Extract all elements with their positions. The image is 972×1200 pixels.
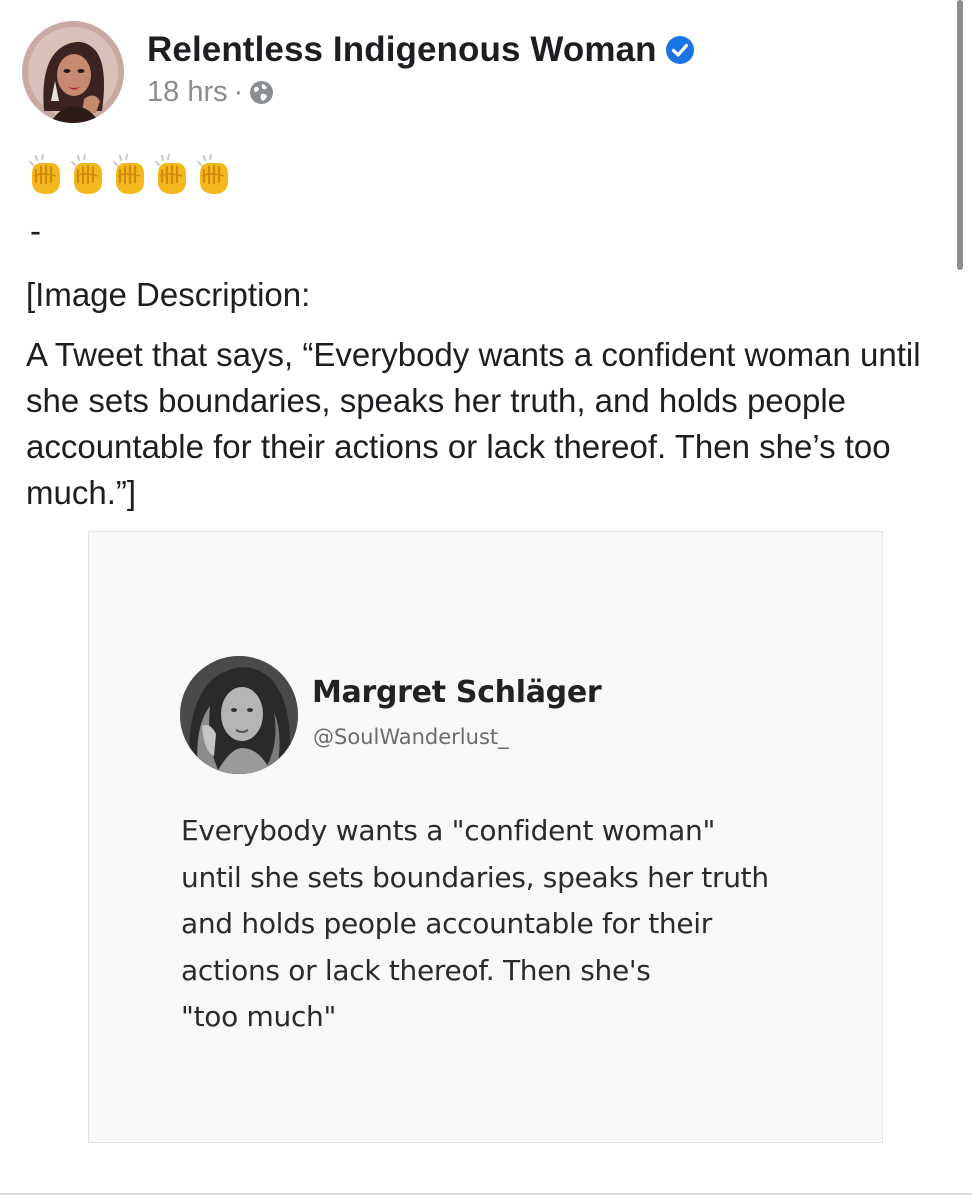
- tweet-text-line: until she sets boundaries, speaks her tr…: [181, 860, 769, 894]
- header-text: Relentless Indigenous Woman 18 hrs ·: [147, 28, 695, 110]
- author-row: Relentless Indigenous Woman: [147, 28, 695, 72]
- post-timestamp[interactable]: 18 hrs: [147, 76, 228, 109]
- globe-icon[interactable]: [249, 80, 274, 105]
- image-description-heading: [Image Description:: [26, 276, 311, 313]
- post-divider: [0, 1193, 972, 1195]
- text-separator: -: [30, 212, 41, 249]
- tweet-text-line: and holds people accountable for their: [181, 907, 712, 940]
- clapping-hands-icon: [194, 152, 232, 196]
- tweet-text-line: Everybody wants a "confident woman": [181, 814, 716, 847]
- post-meta: 18 hrs ·: [147, 74, 695, 110]
- tweet-avatar-photo: [180, 656, 298, 774]
- tweet-author-handle: @SoulWanderlust_: [313, 725, 509, 749]
- post-text: [Image Description: A Tweet that says, “…: [26, 272, 956, 516]
- clap-emoji-row: [26, 152, 232, 196]
- tweet-text: Everybody wants a "confident woman" unti…: [181, 808, 821, 1041]
- page-avatar[interactable]: [22, 21, 124, 123]
- meta-separator: ·: [233, 75, 244, 108]
- clapping-hands-icon: [26, 152, 64, 196]
- image-description-body: A Tweet that says, “Everybody wants a co…: [26, 336, 921, 511]
- tweet-author-name: Margret Schläger: [312, 675, 602, 710]
- scrollbar-thumb[interactable]: [957, 0, 963, 270]
- page-name[interactable]: Relentless Indigenous Woman: [147, 30, 657, 70]
- clapping-hands-icon: [110, 152, 148, 196]
- tweet-text-line: "too much": [181, 1000, 337, 1033]
- verified-badge-icon: [665, 35, 695, 65]
- clapping-hands-icon: [68, 152, 106, 196]
- post-header: Relentless Indigenous Woman 18 hrs ·: [22, 20, 695, 124]
- tweet-text-line: actions or lack thereof. Then she's: [181, 953, 651, 987]
- avatar-illustration: [22, 21, 124, 123]
- clapping-hands-icon: [152, 152, 190, 196]
- tweet-avatar: [180, 656, 298, 774]
- post-image[interactable]: Margret Schläger @SoulWanderlust_ Everyb…: [88, 531, 883, 1143]
